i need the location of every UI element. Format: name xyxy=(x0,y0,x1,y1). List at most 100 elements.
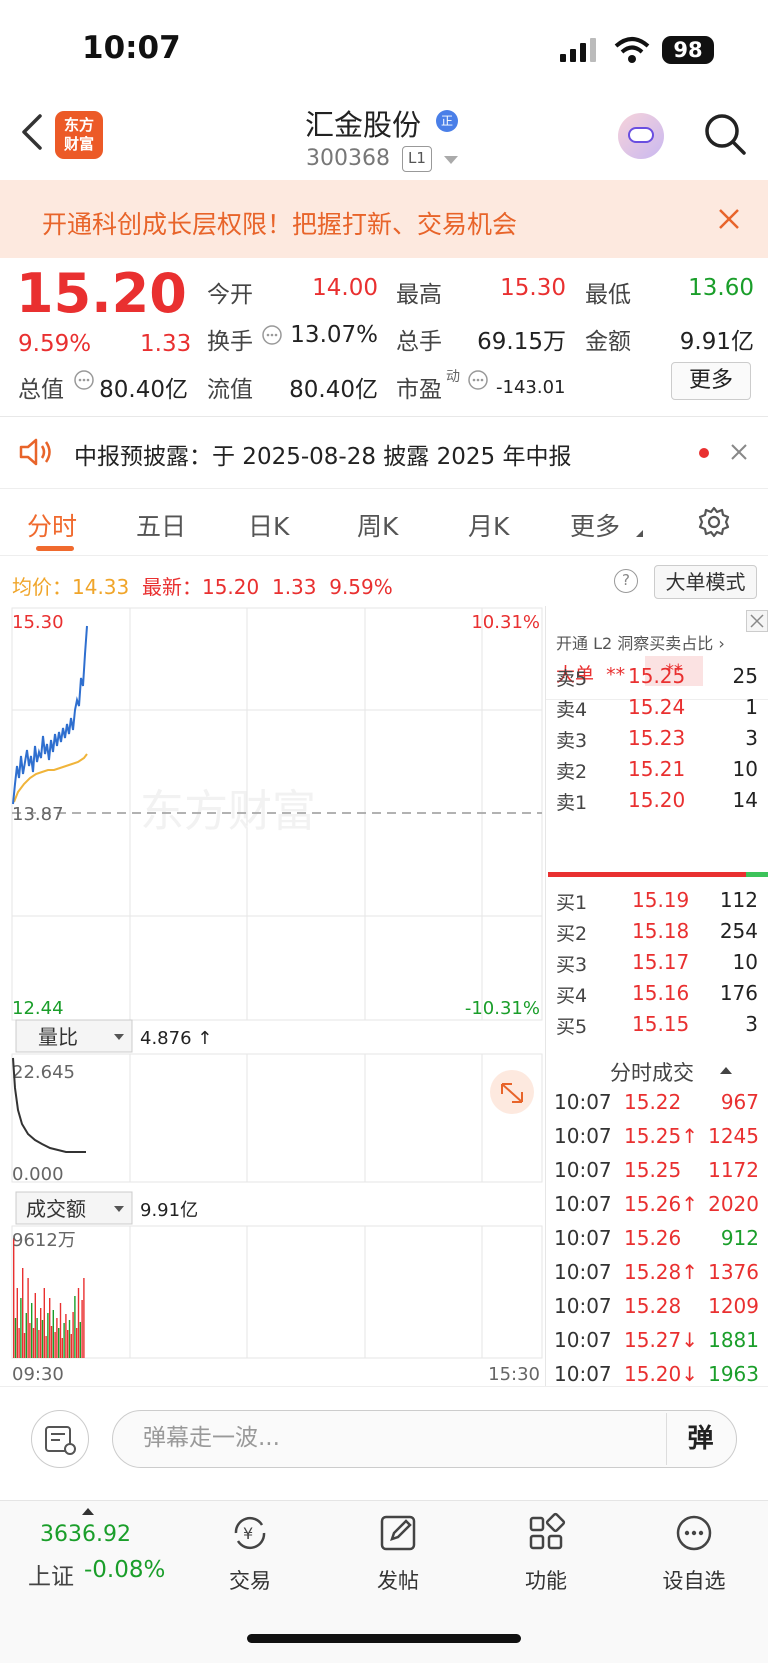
settings-gear-icon[interactable] xyxy=(697,505,731,539)
divider xyxy=(0,488,768,489)
back-arrow-icon[interactable] xyxy=(18,112,48,152)
ask-volume: 25 xyxy=(732,664,758,688)
volume-label: 总手 xyxy=(396,329,442,355)
ask-label: 卖4 xyxy=(556,699,588,721)
ask-price[interactable]: 15.23 xyxy=(628,726,685,750)
volume-bar xyxy=(59,1303,62,1358)
help-icon[interactable]: ? xyxy=(614,569,638,593)
tick-time: 10:07 xyxy=(554,1328,612,1352)
avg-label: 均价： xyxy=(12,575,72,599)
tick-time: 10:07 xyxy=(554,1192,612,1216)
volume-bar xyxy=(52,1310,54,1358)
danmu-toggle-button[interactable]: 弹 xyxy=(666,1413,734,1465)
chevron-down-icon[interactable] xyxy=(444,156,458,164)
float-value: 80.40亿 xyxy=(289,377,378,403)
prev-close-label: 13.87 xyxy=(12,804,64,825)
mktcap-label: 总值 xyxy=(18,377,64,403)
price-max-label: 15.30 xyxy=(12,612,64,633)
bid-label: 买2 xyxy=(556,923,588,945)
volume-bars xyxy=(13,1238,85,1358)
level-badge: L1 xyxy=(402,146,432,172)
home-indicator xyxy=(247,1634,521,1643)
chevron-up-icon[interactable] xyxy=(82,1508,94,1515)
volume-bar xyxy=(32,1328,35,1358)
volume-ratio-label: 量比 xyxy=(38,1025,78,1049)
volume-bar xyxy=(13,1238,15,1358)
bid-volume: 254 xyxy=(719,919,758,943)
search-icon[interactable] xyxy=(703,112,747,156)
more-quote-button[interactable]: 更多 xyxy=(671,362,751,400)
stock-code[interactable]: 300368 xyxy=(306,146,390,171)
tab-more-corner-icon xyxy=(636,530,643,537)
close-icon[interactable] xyxy=(717,207,741,231)
volume-bar xyxy=(25,1313,27,1358)
index-name[interactable]: 上证 xyxy=(28,1557,74,1591)
tab-daily-k[interactable]: 日K xyxy=(248,507,289,543)
volume-bar xyxy=(56,1318,58,1358)
ask-price[interactable]: 15.24 xyxy=(628,695,685,719)
nav-post[interactable]: 发帖 xyxy=(348,1511,448,1595)
volume-bar xyxy=(20,1298,22,1358)
app-logo[interactable]: 东方 财富 xyxy=(55,111,103,159)
tick-volume: 1209 xyxy=(708,1294,759,1318)
speaker-icon xyxy=(19,438,51,466)
tab-intraday[interactable]: 分时 xyxy=(27,507,77,543)
turnover-amount-label: 成交额 xyxy=(26,1197,86,1221)
vr-min-label: 0.000 xyxy=(12,1164,64,1185)
tick-volume: 967 xyxy=(720,1090,759,1114)
volume-bar xyxy=(34,1293,36,1358)
intraday-chart[interactable]: 东方财富 15.30 13.87 12.44 10.31% -10.31% 量比… xyxy=(0,606,545,1386)
tick-price: 15.22 xyxy=(624,1090,682,1114)
danmu-input[interactable]: 弹幕走一波... xyxy=(112,1410,737,1468)
volume-bar xyxy=(65,1314,67,1358)
vr-max-label: 22.645 xyxy=(12,1062,75,1083)
more-info-icon[interactable] xyxy=(467,369,489,391)
notice-text[interactable]: 中报预披露：于 2025-08-28 披露 2025 年中报 xyxy=(74,437,571,471)
ask-price[interactable]: 15.21 xyxy=(628,757,685,781)
tick-price: 15.25 xyxy=(624,1158,682,1182)
chevron-up-icon[interactable] xyxy=(720,1067,732,1074)
nav-trade[interactable]: ¥ 交易 xyxy=(200,1511,300,1595)
price-min-label: 12.44 xyxy=(12,998,64,1019)
l2-promo-link[interactable]: 开通 L2 洞察买卖占比 › xyxy=(556,630,725,654)
ask-price[interactable]: 15.25 xyxy=(628,664,685,688)
latest-label: 最新： xyxy=(141,575,202,599)
tab-five-day[interactable]: 五日 xyxy=(136,507,186,543)
close-icon[interactable] xyxy=(730,443,748,461)
nav-watchlist[interactable]: 设自选 xyxy=(644,1511,744,1595)
tab-weekly-k[interactable]: 周K xyxy=(357,507,398,543)
amount-value: 9.91亿 xyxy=(679,329,754,355)
index-pct[interactable]: -0.08% xyxy=(84,1557,165,1583)
big-order-mode-button[interactable]: 大单模式 xyxy=(654,565,757,599)
volume-bar xyxy=(27,1278,29,1358)
ticks-title[interactable]: 分时成交 xyxy=(610,1057,694,1087)
tick-time: 10:07 xyxy=(554,1090,612,1114)
latest-value: 15.20 xyxy=(201,575,260,599)
divider xyxy=(0,1386,768,1387)
ask-price[interactable]: 15.20 xyxy=(628,788,685,812)
danmu-settings-button[interactable] xyxy=(31,1410,89,1468)
ask-volume: 3 xyxy=(745,726,758,750)
index-value[interactable]: 3636.92 xyxy=(40,1522,131,1547)
volume-bar xyxy=(36,1318,38,1358)
bid-label: 买1 xyxy=(556,892,588,914)
volume-bar xyxy=(50,1326,53,1358)
tick-time: 10:07 xyxy=(554,1158,612,1182)
close-promo-button[interactable] xyxy=(746,610,768,632)
tick-time: 10:07 xyxy=(554,1226,612,1250)
tab-monthly-k[interactable]: 月K xyxy=(468,507,509,543)
ask-label: 卖2 xyxy=(556,761,588,783)
tab-more[interactable]: 更多 xyxy=(570,507,620,543)
bid-label: 买5 xyxy=(556,1016,588,1038)
tick-volume: 2020 xyxy=(708,1192,759,1216)
low-label: 最低 xyxy=(585,282,631,308)
grid-icon xyxy=(529,1512,566,1550)
more-info-icon[interactable] xyxy=(73,369,95,391)
volume-bar xyxy=(14,1318,17,1358)
volume-bar xyxy=(47,1313,49,1358)
divider xyxy=(0,416,768,417)
tick-volume: 1245 xyxy=(708,1124,759,1148)
bid-volume: 112 xyxy=(719,888,758,912)
mktcap-value: 80.40亿 xyxy=(99,377,188,403)
nav-functions[interactable]: 功能 xyxy=(496,1511,596,1595)
